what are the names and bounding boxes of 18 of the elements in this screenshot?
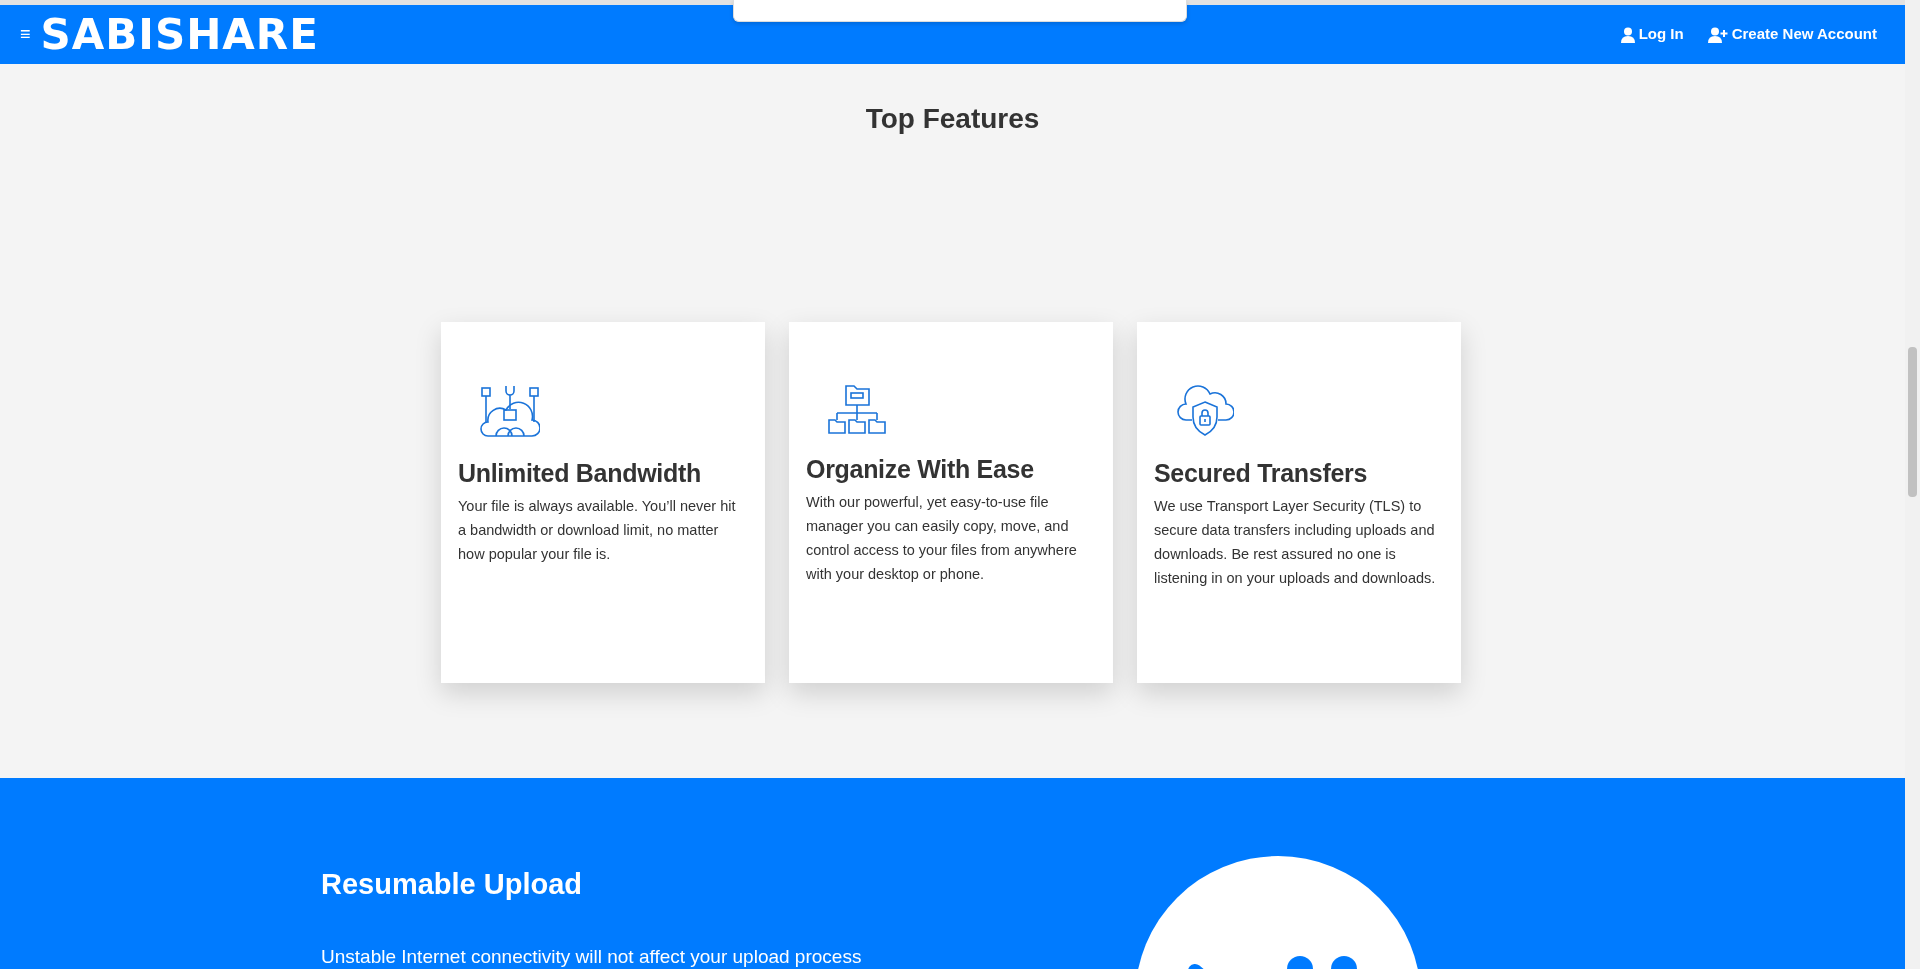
- user-icon: [1620, 26, 1635, 43]
- signup-link[interactable]: Create New Account: [1707, 23, 1877, 46]
- card-title: Secured Transfers: [1154, 457, 1369, 488]
- card-text: Your file is always available. You’ll never hit a bandwidth or download limit, no matter how popular your file is.: [458, 496, 737, 564]
- section-text: Unstable Internet connectivity will not affect your upload process: [321, 945, 863, 969]
- card-text: We use Transport Layer Security (TLS) to secure data transfers including uploads and downloads. Be rest assured no one is listening in on your uploads and downloads.: [1154, 496, 1437, 588]
- folder-tree-icon: [828, 383, 886, 434]
- menu-button[interactable]: ≡: [20, 21, 41, 48]
- section-title: Top Features: [864, 102, 1041, 136]
- card-text: With our powerful, yet easy-to-use file manager you can easily copy, move, and control access to your files from anywhere with your desktop or phone.: [806, 492, 1078, 584]
- card-title: Organize With Ease: [806, 453, 1035, 484]
- cloud-shield-icon: [1176, 383, 1234, 438]
- cloud-network-icon: [480, 383, 540, 438]
- card-title: Unlimited Bandwidth: [458, 457, 702, 488]
- section-heading: Resumable Upload: [321, 866, 584, 902]
- user-icon: [1707, 26, 1728, 43]
- login-link[interactable]: Log In: [1620, 23, 1684, 46]
- brand-logo[interactable]: SABISHARE: [40, 13, 319, 56]
